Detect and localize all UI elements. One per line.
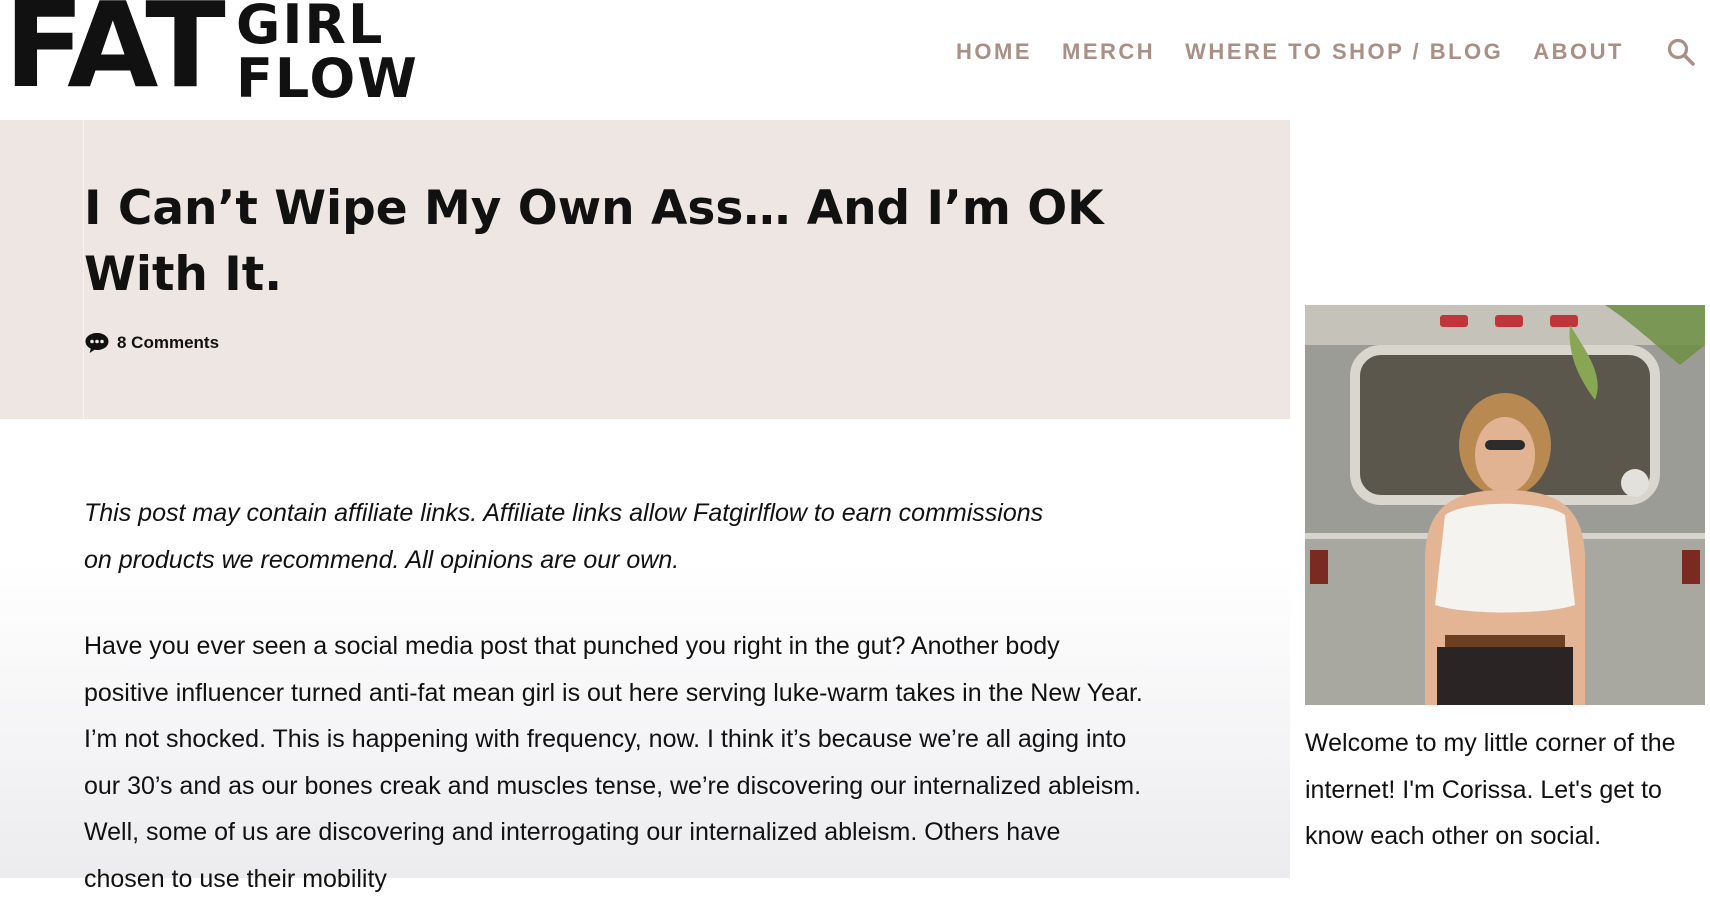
sidebar-welcome-text: Welcome to my little corner of the inter… xyxy=(1305,729,1676,851)
search-icon[interactable] xyxy=(1666,37,1696,67)
nav-home[interactable]: HOME xyxy=(956,39,1032,65)
post-title: I Can’t Wipe My Own Ass… And I’m OK With… xyxy=(84,181,1104,302)
comment-bubble-icon xyxy=(85,333,109,353)
comments-count: 8 Comments xyxy=(117,333,220,352)
logo-text-fat: FAT xyxy=(4,0,226,114)
nav-merch[interactable]: MERCH xyxy=(1062,39,1155,65)
main-nav: HOME MERCH WHERE TO SHOP / BLOG ABOUT xyxy=(956,32,1710,72)
site-header: FAT GIRL FLOW HOME MERCH WHERE TO SHOP /… xyxy=(0,0,1710,120)
comments-link[interactable]: 8 Comments xyxy=(84,331,219,355)
site-logo[interactable]: FAT GIRL FLOW xyxy=(4,0,417,114)
affiliate-disclaimer: This post may contain affiliate links. A… xyxy=(84,499,1044,574)
nav-about[interactable]: ABOUT xyxy=(1533,39,1624,65)
logo-text-flow: FLOW xyxy=(236,47,419,110)
post-body-paragraph: Have you ever seen a social media post t… xyxy=(84,632,1143,893)
nav-where-to-shop-blog[interactable]: WHERE TO SHOP / BLOG xyxy=(1185,39,1503,65)
logo-text-girl: GIRL xyxy=(236,0,385,56)
author-photo xyxy=(1305,305,1705,705)
